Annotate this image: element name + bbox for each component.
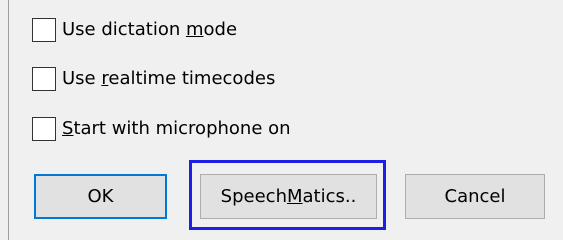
dialog-body: Use dictation mode Use realtime timecode… — [0, 0, 563, 240]
dictation-mode-checkbox-box[interactable] — [32, 18, 56, 42]
dictation-mode-label: Use dictation mode — [62, 19, 238, 40]
ok-button[interactable]: OK — [34, 174, 167, 219]
start-with-microphone-checkbox[interactable]: Start with microphone on — [32, 116, 291, 142]
dialog-left-border — [8, 0, 9, 240]
cancel-button[interactable]: Cancel — [405, 174, 545, 219]
realtime-timecodes-checkbox[interactable]: Use realtime timecodes — [32, 66, 275, 92]
dictation-mode-checkbox[interactable]: Use dictation mode — [32, 17, 237, 43]
realtime-timecodes-label: Use realtime timecodes — [62, 68, 276, 89]
speechmatics-button[interactable]: SpeechMatics.. — [200, 174, 377, 219]
start-with-microphone-label: Start with microphone on — [62, 118, 291, 139]
start-with-microphone-checkbox-box[interactable] — [32, 117, 56, 141]
realtime-timecodes-checkbox-box[interactable] — [32, 67, 56, 91]
